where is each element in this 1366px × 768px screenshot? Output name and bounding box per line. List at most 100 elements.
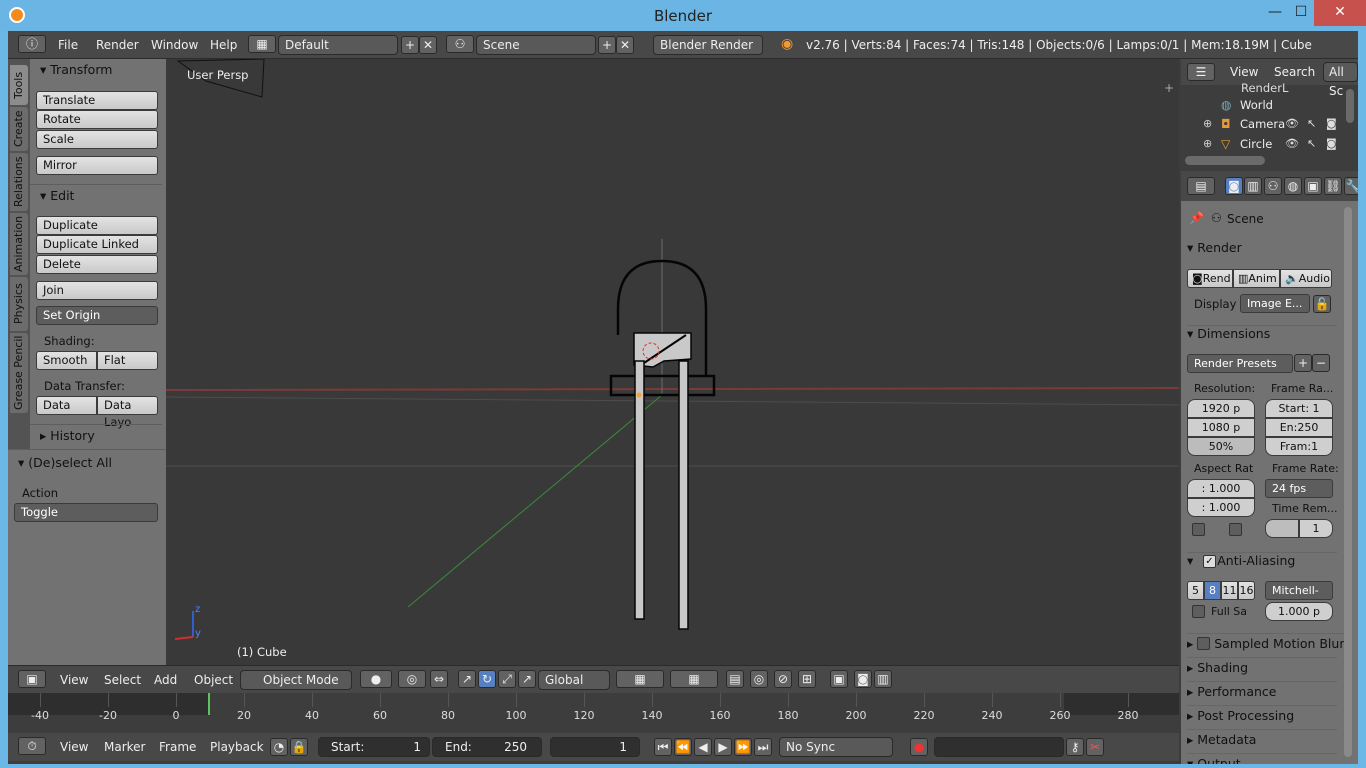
anti-aliasing-panel-header[interactable]: ▾ ✓ Anti-Aliasing — [1187, 552, 1337, 568]
tab-grease-pencil[interactable]: Grease Pencil — [10, 333, 28, 413]
rotate-manip-icon[interactable]: ↻ — [478, 670, 496, 688]
add-scene-icon[interactable]: + — [598, 36, 616, 54]
motion-blur-checkbox[interactable] — [1197, 637, 1211, 650]
orientation-select[interactable]: Global — [538, 670, 610, 690]
aa-samples-11[interactable]: 11 — [1221, 581, 1238, 600]
flat-button[interactable]: Flat — [97, 351, 158, 370]
snap-element-icon[interactable]: ⊞ — [798, 670, 816, 688]
editor-type-timeline-icon[interactable]: ⏱ — [18, 737, 46, 755]
outliner-item-renderlayers[interactable]: RenderL — [1241, 81, 1288, 95]
frame-step-field[interactable]: Fram:1 — [1265, 437, 1333, 456]
filter-size-field[interactable]: 1.000 p — [1265, 602, 1333, 621]
tab-create[interactable]: Create — [10, 107, 28, 151]
expand-camera-icon[interactable]: ⊕ — [1203, 117, 1212, 130]
camera-visibility-icon[interactable]: 👁 — [1285, 117, 1299, 130]
manip-extra-icon[interactable]: ↗ — [518, 670, 536, 688]
camera-select-icon[interactable]: ↖ — [1307, 117, 1316, 130]
aa-samples-16[interactable]: 16 — [1238, 581, 1255, 600]
layers-icon[interactable]: ▦ — [616, 670, 664, 688]
tl-menu-view[interactable]: View — [60, 740, 88, 754]
metadata-panel-header[interactable]: ▸ Metadata — [1187, 729, 1337, 747]
tl-menu-marker[interactable]: Marker — [104, 740, 145, 754]
pivot-point-icon[interactable]: ◎ — [398, 670, 426, 688]
render-still-button[interactable]: ◙Rend — [1187, 269, 1233, 288]
remove-scene-icon[interactable]: ✕ — [616, 36, 634, 54]
snap-toggle-icon[interactable]: ⊘ — [774, 670, 792, 688]
tl-menu-playback[interactable]: Playback — [210, 740, 264, 754]
menu-window[interactable]: Window — [151, 38, 198, 52]
expand-circle-icon[interactable]: ⊕ — [1203, 137, 1212, 150]
menu-render[interactable]: Render — [96, 38, 139, 52]
modifiers-tab-icon[interactable]: 🔧 — [1344, 177, 1358, 195]
current-frame-field[interactable]: 1 — [550, 737, 640, 757]
render-layers-tab-icon[interactable]: ▥ — [1244, 177, 1262, 195]
time-remap-new-field[interactable]: 1 — [1299, 519, 1333, 538]
join-button[interactable]: Join — [36, 281, 158, 300]
aa-samples-5[interactable]: 5 — [1187, 581, 1204, 600]
render-presets-select[interactable]: Render Presets — [1187, 354, 1293, 373]
add-preset-icon[interactable]: + — [1294, 354, 1312, 372]
tl-menu-frame[interactable]: Frame — [159, 740, 196, 754]
outliner-menu-view[interactable]: View — [1230, 65, 1258, 79]
vp-menu-add[interactable]: Add — [154, 673, 177, 687]
rotate-button[interactable]: Rotate — [36, 110, 158, 129]
circle-visibility-icon[interactable]: 👁 — [1285, 137, 1299, 150]
tab-animation[interactable]: Animation — [10, 213, 28, 275]
duplicate-button[interactable]: Duplicate — [36, 216, 158, 235]
scale-manip-icon[interactable]: ⤢ — [498, 670, 516, 688]
maximize-button[interactable]: ☐ — [1288, 0, 1314, 26]
time-remap-old-field[interactable] — [1265, 519, 1299, 538]
editor-type-outliner-icon[interactable]: ☰ — [1187, 63, 1215, 81]
shading-panel-header[interactable]: ▸ Shading — [1187, 657, 1337, 675]
aspect-x-field[interactable]: : 1.000 — [1187, 479, 1255, 498]
start-frame-field[interactable]: Start: 1 — [318, 737, 430, 757]
data-button[interactable]: Data — [36, 396, 97, 415]
viewport-shading-icon[interactable]: ● — [360, 670, 392, 688]
render-panel-header[interactable]: ▾ Render — [1187, 240, 1242, 255]
add-layout-icon[interactable]: + — [401, 36, 419, 54]
editor-type-3d-icon[interactable]: ▣ — [18, 670, 46, 688]
render-anim-icon[interactable]: ▥ — [874, 670, 892, 688]
outliner-item-circle[interactable]: Circle — [1240, 137, 1272, 151]
pin-icon[interactable]: 📌 — [1189, 211, 1204, 225]
record-icon[interactable]: ● — [910, 738, 928, 756]
object-mode-select[interactable]: Object Mode — [240, 670, 352, 690]
vp-menu-view[interactable]: View — [60, 673, 88, 687]
jump-end-icon[interactable]: ⏭ — [754, 738, 772, 756]
render-audio-button[interactable]: 🔈Audio — [1280, 269, 1332, 288]
resolution-percent-field[interactable]: 50% — [1187, 437, 1255, 456]
outliner-item-camera[interactable]: Camera — [1240, 117, 1285, 131]
outliner-menu-search[interactable]: Search — [1274, 65, 1315, 79]
world-tab-icon[interactable]: ◍ — [1284, 177, 1302, 195]
aa-samples-8[interactable]: 8 — [1204, 581, 1221, 600]
action-select[interactable]: Toggle — [14, 503, 158, 522]
object-tab-icon[interactable]: ▣ — [1304, 177, 1322, 195]
outliner-v-scrollbar[interactable] — [1346, 89, 1354, 123]
preview-range-icon[interactable]: ◔ — [270, 738, 288, 756]
menu-help[interactable]: Help — [210, 38, 237, 52]
circle-select-icon[interactable]: ↖ — [1307, 137, 1316, 150]
keying-set-field[interactable] — [934, 737, 1064, 757]
post-processing-panel-header[interactable]: ▸ Post Processing — [1187, 705, 1337, 723]
vp-menu-object[interactable]: Object — [194, 673, 233, 687]
tab-tools[interactable]: Tools — [10, 65, 28, 105]
editor-type-props-icon[interactable]: ▤ — [1187, 177, 1215, 195]
sync-mode-select[interactable]: No Sync — [779, 737, 893, 757]
outliner-h-scrollbar[interactable] — [1185, 156, 1265, 165]
layers-b-icon[interactable]: ▦ — [670, 670, 718, 688]
tab-relations[interactable]: Relations — [10, 153, 28, 211]
render-tab-icon[interactable]: ◙ — [1225, 177, 1243, 195]
aspect-y-field[interactable]: : 1.000 — [1187, 498, 1255, 517]
properties-scrollbar[interactable] — [1344, 207, 1352, 757]
smooth-button[interactable]: Smooth — [36, 351, 97, 370]
screen-layout-icon[interactable]: ▦ — [248, 35, 276, 53]
scene-icon[interactable]: ⚇ — [446, 35, 474, 53]
proportional-edit-icon[interactable]: ◎ — [750, 670, 768, 688]
play-icon[interactable]: ▶ — [714, 738, 732, 756]
editor-type-info-icon[interactable]: ⓘ — [18, 35, 46, 53]
tab-physics[interactable]: Physics — [10, 277, 28, 331]
render-engine-select[interactable]: Blender Render — [653, 35, 763, 55]
delete-button[interactable]: Delete — [36, 255, 158, 274]
full-sample-checkbox[interactable] — [1192, 605, 1205, 618]
close-window-button[interactable]: ✕ — [1314, 0, 1366, 26]
